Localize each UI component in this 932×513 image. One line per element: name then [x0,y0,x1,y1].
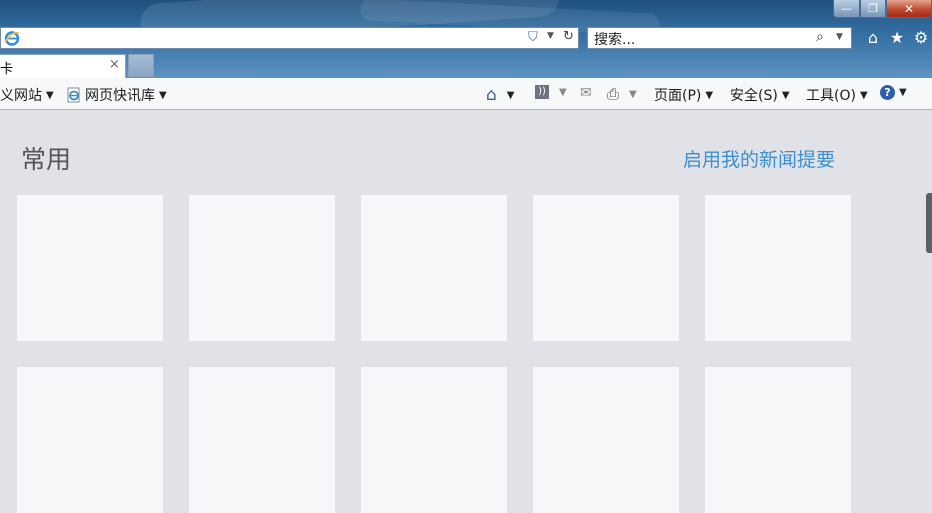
new-tab-page: 常用 启用我的新闻提要 [0,110,932,513]
ie-logo-icon [4,31,20,46]
safety-menu-label: 安全(S) [730,88,778,104]
frequent-site-tile[interactable] [361,367,507,513]
home-icon[interactable]: ⌂ [864,28,882,47]
side-scroll-handle[interactable] [926,193,932,253]
chevron-down-icon: ▼ [859,89,868,101]
new-tab-button[interactable] [128,54,154,77]
page-menu-label: 页面(P) [654,88,702,104]
frequent-site-tile[interactable] [533,195,679,341]
frequent-site-tile[interactable] [189,367,335,513]
favorites-site-menu[interactable]: 义网站 ▼ [0,85,54,105]
web-slice-label: 网页快讯库 [85,88,155,104]
enable-news-feed-link[interactable]: 启用我的新闻提要 [683,145,835,172]
web-slice-menu[interactable]: 网页快讯库 ▼ [66,85,167,105]
feeds-button[interactable]: )) ▼ [535,85,567,99]
tools-menu-label: 工具(O) [806,88,856,104]
gear-icon[interactable]: ⚙ [912,28,930,47]
chevron-down-icon: ▼ [159,89,167,101]
search-placeholder: 搜索... [594,32,636,48]
chevron-down-icon: ▼ [781,89,790,101]
chevron-down-icon[interactable]: ▼ [547,31,554,41]
mail-button[interactable]: ✉ [580,85,592,101]
chevron-down-icon: ▼ [629,88,637,100]
ie-page-icon [67,87,80,103]
chevron-down-icon: ▼ [705,89,714,101]
tools-menu[interactable]: 工具(O) ▼ [806,85,868,105]
frequent-site-tile[interactable] [17,195,163,341]
shield-icon[interactable]: ⛉ [528,30,538,45]
window-frame: — ❐ ✕ ⛉ ▼ ↻ 搜索... ⌕ ▼ ⌂ ★ ⚙ 卡 × [0,0,932,78]
chevron-down-icon: ▼ [899,87,907,98]
restore-button[interactable]: ❐ [860,0,886,18]
close-button[interactable]: ✕ [886,0,932,18]
safety-menu[interactable]: 安全(S) ▼ [730,85,790,105]
search-input[interactable]: 搜索... ⌕ ▼ [587,27,852,49]
close-tab-icon[interactable]: × [109,57,120,72]
page-title: 常用 [21,145,72,174]
chevron-down-icon: ▼ [506,89,515,101]
frequent-site-tile[interactable] [705,367,851,513]
star-icon[interactable]: ★ [888,28,906,47]
chevron-down-icon[interactable]: ▼ [836,32,843,42]
help-icon: ? [880,85,895,100]
chevron-down-icon: ▼ [46,89,54,101]
magnifier-icon[interactable]: ⌕ [816,29,824,45]
frequent-site-tile[interactable] [533,367,679,513]
frequent-site-tile[interactable] [705,195,851,341]
window-controls: — ❐ ✕ [833,0,932,18]
frequent-site-tile[interactable] [189,195,335,341]
minimize-button[interactable]: — [833,0,860,18]
tab-label: 卡 [0,62,14,77]
home-button[interactable]: ⌂ ▼ [486,85,515,105]
mail-icon: ✉ [580,85,592,101]
tab-active[interactable]: 卡 × [0,54,126,78]
refresh-icon[interactable]: ↻ [563,29,574,44]
command-bar: 义网站 ▼ 网页快讯库 ▼ ⌂ ▼ )) ▼ ✉ ⎙ ▼ 页面(P) ▼ 安全(… [0,78,932,110]
printer-icon: ⎙ [607,85,620,103]
address-bar[interactable]: ⛉ ▼ ↻ [0,27,579,49]
rss-feed-icon: )) [535,85,549,99]
frequent-site-tile[interactable] [361,195,507,341]
nav-icons: ⌂ ★ ⚙ [864,28,930,47]
print-button[interactable]: ⎙ ▼ [607,85,637,103]
help-menu[interactable]: ? ▼ [880,85,907,100]
favorites-site-label: 义网站 [0,88,42,104]
chevron-down-icon: ▼ [559,86,567,98]
home-icon: ⌂ [486,85,497,105]
page-menu[interactable]: 页面(P) ▼ [654,85,713,105]
frequent-site-tile[interactable] [17,367,163,513]
